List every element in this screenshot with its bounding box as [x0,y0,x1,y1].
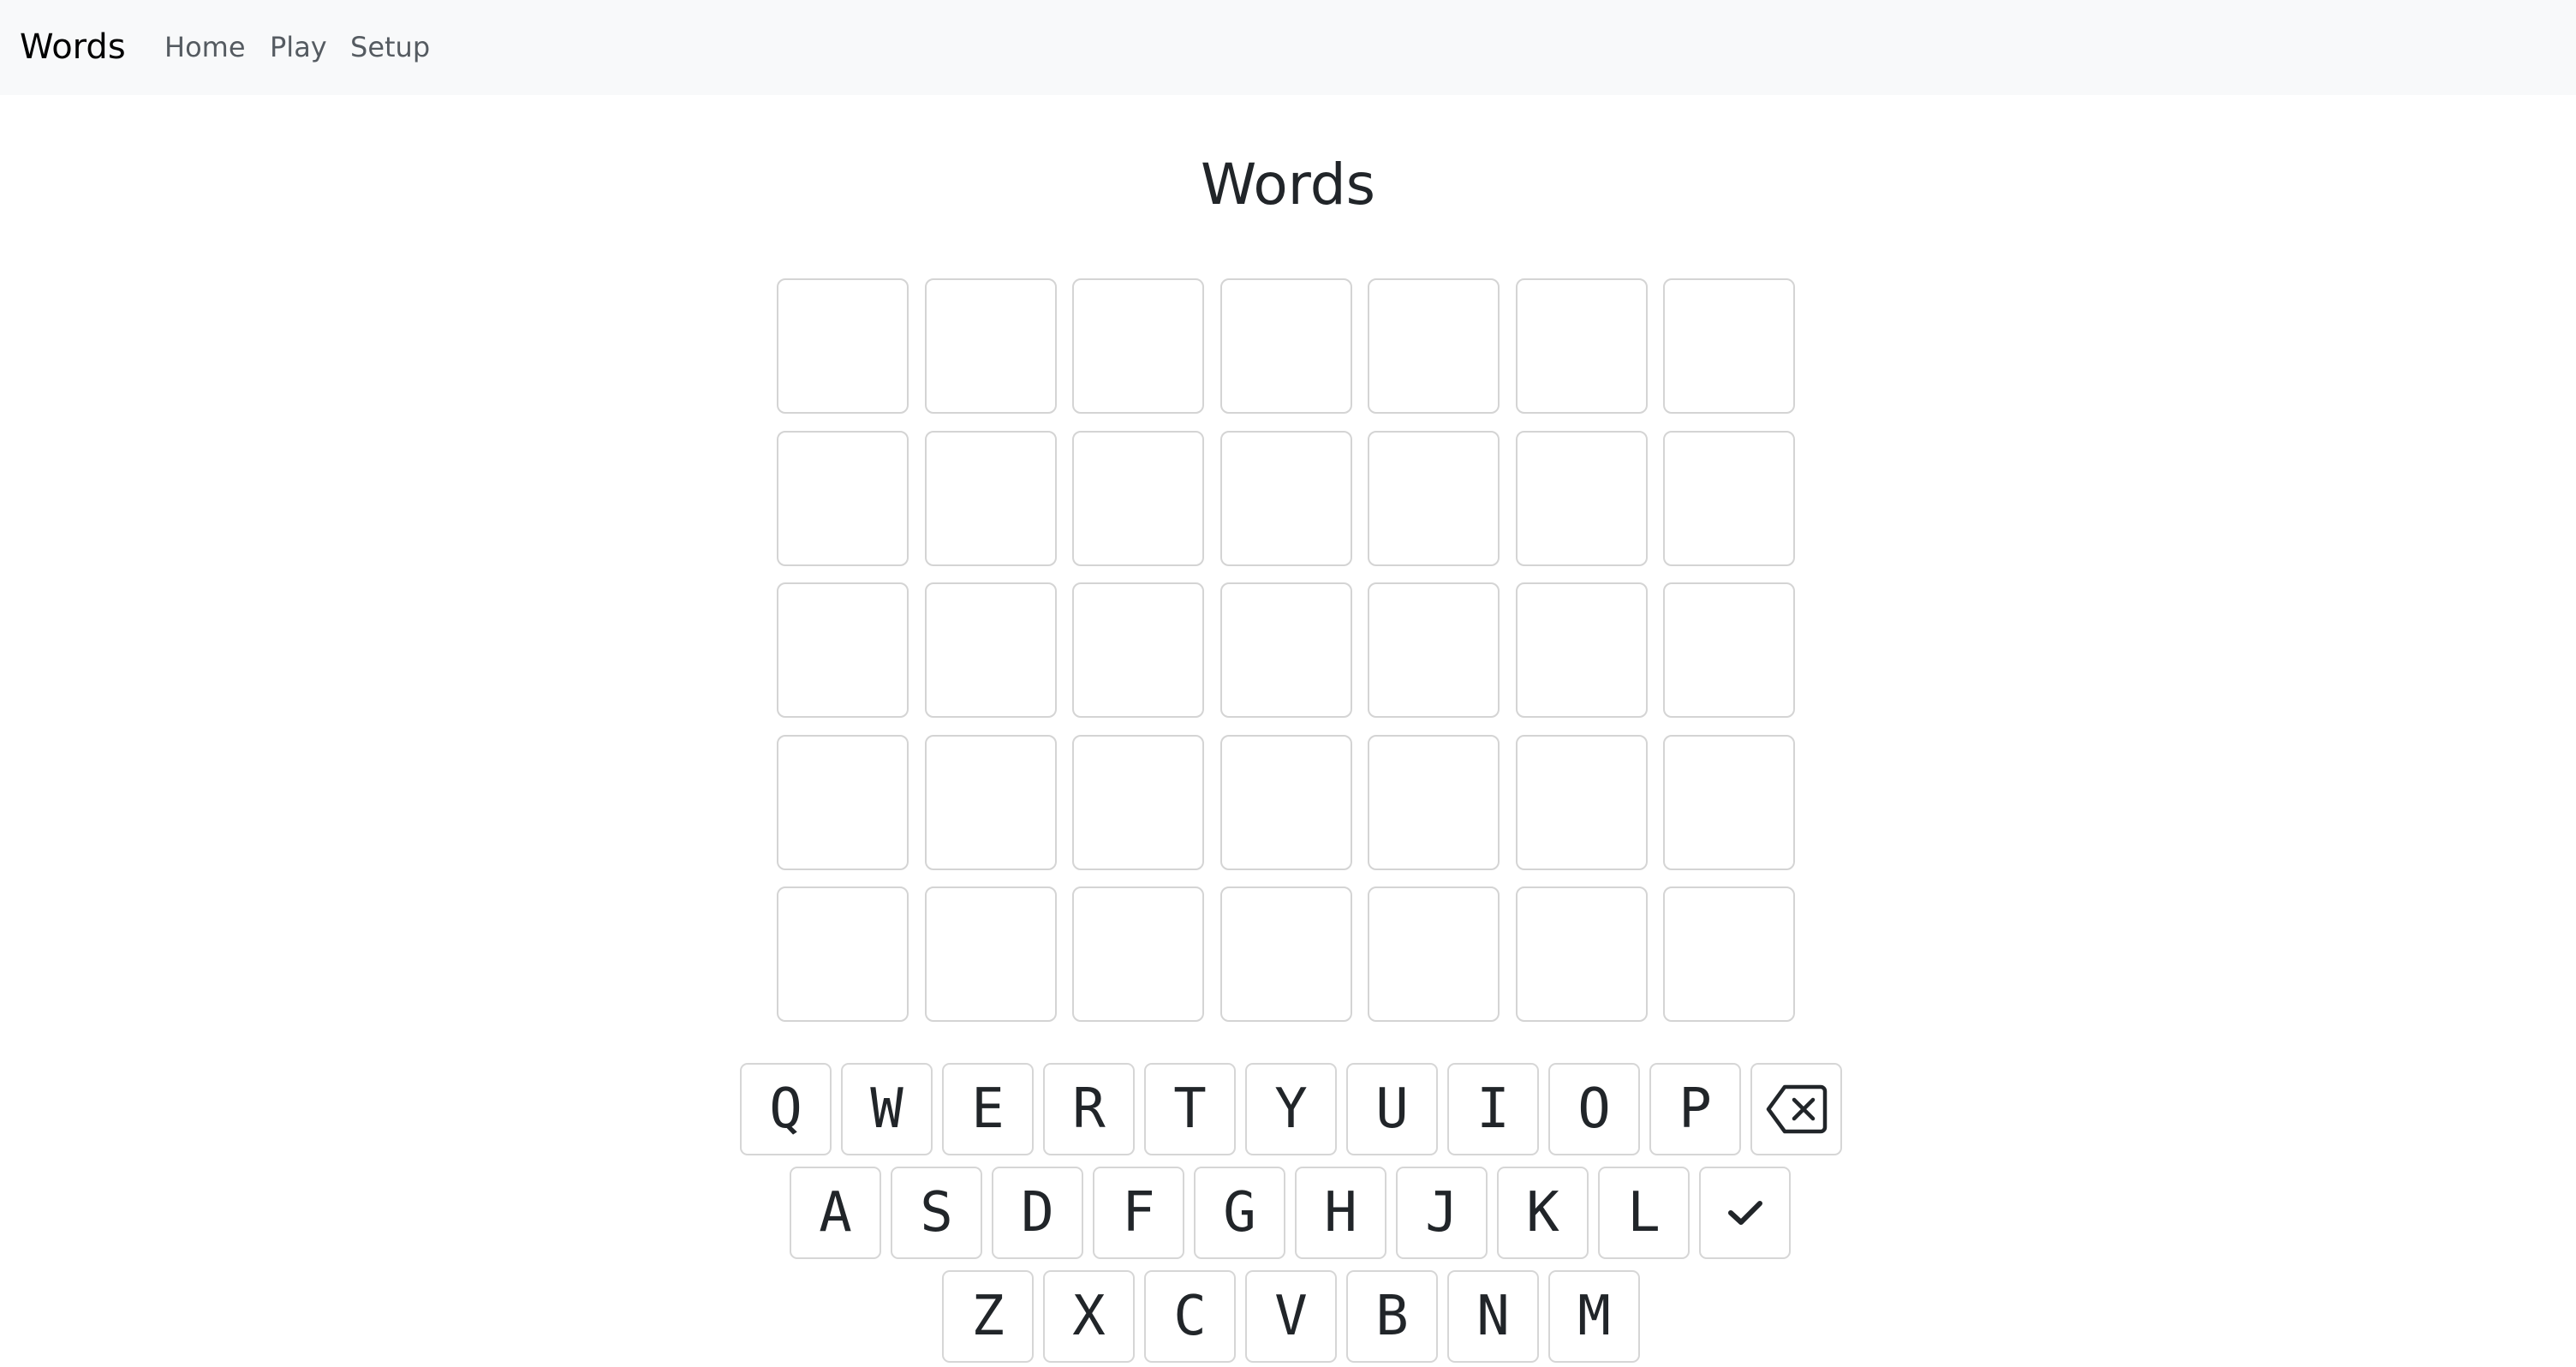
letter-tile [1663,735,1795,870]
letter-tile [925,735,1057,870]
backspace-icon [1766,1083,1828,1135]
letter-tile [777,582,909,718]
letter-tile [1663,886,1795,1022]
letter-tile [777,278,909,414]
navbar: Words Home Play Setup [0,0,2576,95]
letter-tile [777,431,909,566]
letter-tile [1072,582,1204,718]
letter-tile [777,886,909,1022]
key-u[interactable]: U [1346,1063,1438,1155]
letter-tile [1220,278,1352,414]
letter-tile [1220,582,1352,718]
letter-tile [1368,582,1500,718]
key-d[interactable]: D [992,1167,1083,1259]
letter-tile [777,735,909,870]
letter-tile [1072,431,1204,566]
letter-tile [1516,278,1648,414]
letter-tile [1072,735,1204,870]
letter-tile [1516,886,1648,1022]
letter-tile [1368,735,1500,870]
key-y[interactable]: Y [1245,1063,1337,1155]
key-o[interactable]: O [1548,1063,1640,1155]
key-l[interactable]: L [1598,1167,1690,1259]
key-a[interactable]: A [790,1167,881,1259]
key-f[interactable]: F [1093,1167,1184,1259]
letter-tile [925,431,1057,566]
key-w[interactable]: W [841,1063,933,1155]
letter-tile [1072,278,1204,414]
key-e[interactable]: E [942,1063,1034,1155]
key-h[interactable]: H [1295,1167,1386,1259]
key-b[interactable]: B [1346,1270,1438,1363]
letter-tile [1220,431,1352,566]
key-r[interactable]: R [1043,1063,1135,1155]
letter-tile [1516,431,1648,566]
nav-link-setup[interactable]: Setup [350,0,430,95]
letter-tile [1220,735,1352,870]
backspace-key[interactable] [1750,1063,1842,1155]
letter-tile [1072,886,1204,1022]
letter-tile [1663,278,1795,414]
brand-link[interactable]: Words [20,0,126,95]
letter-tile [1516,735,1648,870]
key-g[interactable]: G [1194,1167,1285,1259]
letter-tile [1368,886,1500,1022]
key-p[interactable]: P [1649,1063,1741,1155]
key-t[interactable]: T [1144,1063,1236,1155]
key-q[interactable]: Q [740,1063,832,1155]
letter-tile [925,886,1057,1022]
page-title: Words [1200,152,1376,218]
letter-tile [1368,278,1500,414]
key-c[interactable]: C [1144,1270,1236,1363]
check-icon [1726,1198,1764,1227]
key-i[interactable]: I [1447,1063,1539,1155]
key-x[interactable]: X [1043,1270,1135,1363]
key-z[interactable]: Z [942,1270,1034,1363]
letter-tile [925,582,1057,718]
letter-tile [1516,582,1648,718]
key-j[interactable]: J [1396,1167,1488,1259]
letter-tile [1220,886,1352,1022]
game-board [777,278,1801,1022]
letter-tile [1368,431,1500,566]
key-s[interactable]: S [891,1167,982,1259]
enter-key[interactable] [1699,1167,1791,1259]
letter-tile [925,278,1057,414]
letter-tile [1663,431,1795,566]
key-k[interactable]: K [1497,1167,1589,1259]
letter-tile [1663,582,1795,718]
key-n[interactable]: N [1447,1270,1539,1363]
key-v[interactable]: V [1245,1270,1337,1363]
key-m[interactable]: M [1548,1270,1640,1363]
nav-link-home[interactable]: Home [164,0,246,95]
nav-link-play[interactable]: Play [270,0,327,95]
